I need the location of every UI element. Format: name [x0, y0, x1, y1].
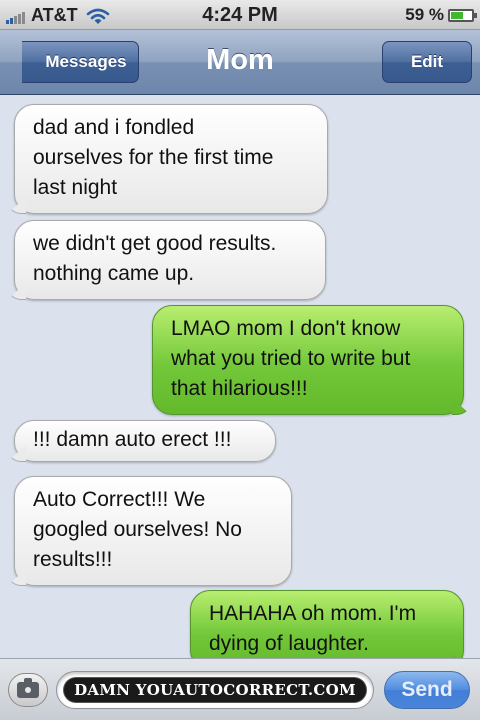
send-button[interactable]: Send — [384, 671, 470, 709]
battery-percent: 59 % — [405, 5, 444, 24]
message-bubble-incoming[interactable]: Auto Correct!!! We googled ourselves! No… — [14, 476, 292, 586]
status-bar: AT&T 4:24 PM 59 % — [0, 0, 480, 30]
camera-icon — [17, 678, 39, 698]
message-bubble-outgoing[interactable]: LMAO mom I don't know what you tried to … — [152, 305, 464, 415]
camera-button[interactable] — [8, 673, 48, 707]
message-bubble-incoming[interactable]: dad and i fondled ourselves for the firs… — [14, 104, 328, 214]
message-text: !!! damn auto erect !!! — [33, 428, 232, 451]
message-text: dad and i fondled ourselves for the firs… — [33, 116, 274, 199]
message-text: we didn't get good results. nothing came… — [33, 232, 277, 285]
message-bubble-incoming[interactable]: we didn't get good results. nothing came… — [14, 220, 326, 300]
edit-button[interactable]: Edit — [382, 41, 472, 83]
compose-bar: DAMN YOUAUTOCORRECT.COM Send — [0, 658, 480, 720]
message-bubble-incoming[interactable]: !!! damn auto erect !!! — [14, 420, 276, 462]
message-bubble-outgoing[interactable]: HAHAHA oh mom. I'm dying of laughter. — [190, 590, 464, 658]
message-thread[interactable]: dad and i fondled ourselves for the firs… — [0, 96, 480, 658]
message-text: Auto Correct!!! We googled ourselves! No… — [33, 488, 242, 571]
message-text: LMAO mom I don't know what you tried to … — [171, 317, 411, 400]
battery-icon — [448, 8, 477, 22]
message-text: HAHAHA oh mom. I'm dying of laughter. — [209, 602, 417, 655]
message-input[interactable]: DAMN YOUAUTOCORRECT.COM — [56, 671, 374, 709]
watermark-logo: DAMN YOUAUTOCORRECT.COM — [64, 678, 366, 702]
status-right: 59 % — [405, 5, 477, 25]
navigation-bar: Messages Mom Edit — [0, 30, 480, 95]
